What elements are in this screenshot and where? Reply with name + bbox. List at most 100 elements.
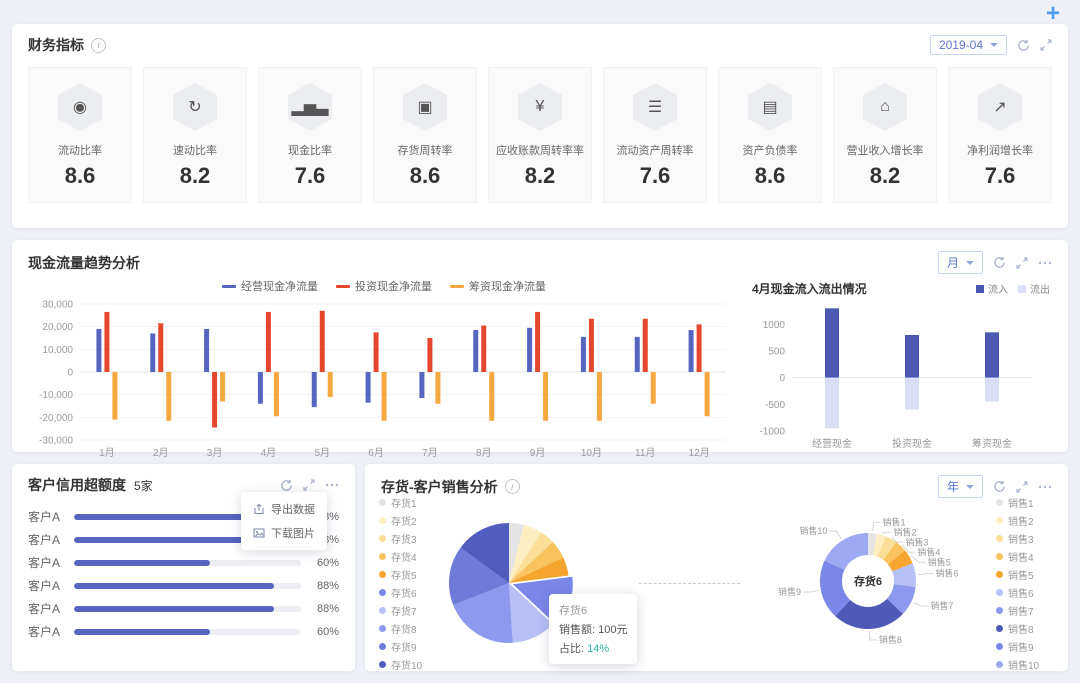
legend-label: 销售5	[1008, 570, 1034, 582]
kpi-card: ⌂ 营业收入增长率 8.2	[833, 67, 937, 203]
customer-label: 客户A	[28, 579, 61, 593]
legend-dot	[379, 624, 386, 632]
legend-item[interactable]: 投资现金净流量	[336, 278, 432, 294]
legend-item[interactable]: 存货3	[379, 531, 437, 546]
sales-donut-chart[interactable]: 存货6 销售1销售2销售3销售4销售5销售6 销售7 销售8 销售9 销售10	[746, 499, 996, 667]
legend-dot	[996, 606, 1003, 614]
svg-text:销售9: 销售9	[778, 586, 801, 597]
sales-donut-area: 存货6 销售1 销售2 销售3 销售4 销售5 销售6 销售7 销售8 销售9 销售10	[746, 499, 996, 667]
legend-item[interactable]: 销售6	[996, 585, 1054, 600]
svg-text:30,000: 30,000	[42, 300, 73, 311]
legend-item[interactable]: 筹资现金净流量	[450, 278, 546, 294]
svg-text:销售4: 销售4	[917, 546, 940, 557]
legend-item[interactable]: 销售7	[996, 603, 1054, 618]
card-menu-popup: 导出数据 下载图片	[241, 492, 327, 550]
legend-label: 经营现金净流量	[241, 281, 318, 293]
svg-text:8月: 8月	[476, 447, 492, 458]
legend-label: 筹资现金净流量	[469, 281, 546, 293]
image-icon	[253, 527, 265, 539]
legend-item[interactable]: 销售8	[996, 621, 1054, 636]
legend-item[interactable]: 经营现金净流量	[222, 278, 318, 294]
popup-item-export-data[interactable]: 导出数据	[253, 501, 315, 517]
credit-pct: 88%	[316, 579, 339, 592]
legend-item[interactable]: 存货7	[379, 603, 437, 618]
info-icon[interactable]: i	[91, 37, 106, 53]
cycle-icon: ↻	[173, 83, 217, 131]
popup-item-download-image[interactable]: 下载图片	[253, 525, 315, 541]
date-select[interactable]: 2019-04	[929, 35, 1007, 55]
more-icon[interactable]	[325, 479, 339, 491]
credit-bar-track	[74, 582, 301, 589]
legend-item[interactable]: 存货5	[379, 567, 437, 582]
cashflow-trend-chart[interactable]: 30,000 20,000 10,000 0 -10,000 -20,000 -30,000…	[28, 296, 740, 459]
credit-pct: 60%	[316, 556, 339, 569]
legend-item[interactable]: 存货4	[379, 549, 437, 564]
more-icon[interactable]	[1038, 481, 1052, 493]
kpi-card: ◉ 流动比率 8.6	[28, 67, 132, 203]
legend-label: 流出	[1030, 285, 1050, 296]
refresh-icon[interactable]	[993, 480, 1006, 493]
legend-label: 存货10	[391, 660, 423, 672]
chart-legend: 经营现金净流量 投资现金净流量 筹资现金净流量	[28, 278, 740, 294]
kpi-value: 7.6	[639, 163, 671, 188]
customer-label: 客户A	[28, 533, 61, 547]
svg-text:销售6: 销售6	[936, 568, 959, 579]
expand-icon[interactable]	[303, 479, 315, 491]
chart-legend: 流入 流出	[976, 281, 1050, 296]
refresh-icon[interactable]	[1017, 39, 1030, 52]
tooltip-sales: 销售额: 100元	[559, 624, 628, 636]
refresh-icon[interactable]	[280, 479, 293, 492]
legend-label: 存货7	[391, 606, 417, 618]
svg-text:销售3: 销售3	[905, 536, 928, 547]
period-select[interactable]: 月	[937, 251, 983, 274]
legend-dot	[996, 552, 1003, 560]
legend-label: 存货4	[391, 552, 417, 564]
kpi-label: 存货周转率	[397, 145, 453, 157]
legend-item[interactable]: 销售4	[996, 549, 1054, 564]
customer-label: 客户A	[28, 602, 61, 616]
period-select[interactable]: 年	[937, 475, 983, 498]
inventory-sales-card: 存货-客户销售分析 i 年 存货1 存货2 存货3 存货4 存货5 存货6 存货7 存货8 存货…	[365, 464, 1068, 672]
expand-icon[interactable]	[1016, 256, 1028, 269]
more-icon[interactable]	[1038, 257, 1052, 269]
legend-dot	[996, 534, 1003, 542]
legend-item[interactable]: 销售9	[996, 639, 1054, 654]
kpi-label: 速动比率	[173, 145, 217, 157]
customer-label: 客户A	[28, 556, 61, 570]
kpi-value: 8.6	[754, 163, 786, 188]
legend-item[interactable]: 存货2	[379, 513, 437, 528]
legend-item[interactable]: 销售5	[996, 567, 1054, 582]
april-inflow-outflow-chart[interactable]: 1000 500 0 -500 -1000 经营现金 投资现金 筹资现金	[750, 297, 1050, 450]
kpi-card: ▣ 存货周转率 8.6	[373, 67, 477, 203]
coins-icon: ☰	[633, 83, 677, 131]
cashflow-section-title: 现金流量趋势分析	[28, 254, 140, 271]
legend-item[interactable]: 销售10	[996, 657, 1054, 672]
link-dashed-line	[639, 582, 740, 584]
legend-item[interactable]: 存货10	[379, 657, 437, 672]
legend-label: 销售10	[1008, 660, 1040, 672]
legend-item[interactable]: 销售2	[996, 513, 1054, 528]
legend-dot	[379, 588, 386, 596]
info-icon[interactable]: i	[504, 479, 520, 494]
credit-bar-track	[74, 605, 301, 612]
legend-item[interactable]: 存货9	[379, 639, 437, 654]
legend-item[interactable]: 销售3	[996, 531, 1054, 546]
legend-item[interactable]: 流入	[976, 281, 1008, 296]
svg-text:-500: -500	[765, 400, 785, 411]
legend-dot	[996, 660, 1003, 668]
svg-text:11月: 11月	[635, 447, 655, 458]
legend-item[interactable]: 存货8	[379, 621, 437, 636]
chevron-down-icon	[966, 260, 974, 265]
expand-icon[interactable]	[1016, 480, 1028, 493]
refresh-icon[interactable]	[993, 256, 1006, 269]
svg-text:1月: 1月	[99, 447, 115, 458]
credit-row: 客户A 60%	[28, 551, 339, 574]
legend-dot	[379, 534, 386, 542]
expand-icon[interactable]	[1040, 39, 1052, 51]
legend-item[interactable]: 流出	[1018, 281, 1050, 296]
kpi-card: ¥ 应收账款周转率率 8.2	[488, 67, 592, 203]
trend-up-icon: ↗	[978, 83, 1022, 131]
legend-item[interactable]: 存货6	[379, 585, 437, 600]
kpi-card: ▂▅▃ 现金比率 7.6	[258, 67, 362, 203]
kpi-value: 8.2	[869, 163, 901, 188]
